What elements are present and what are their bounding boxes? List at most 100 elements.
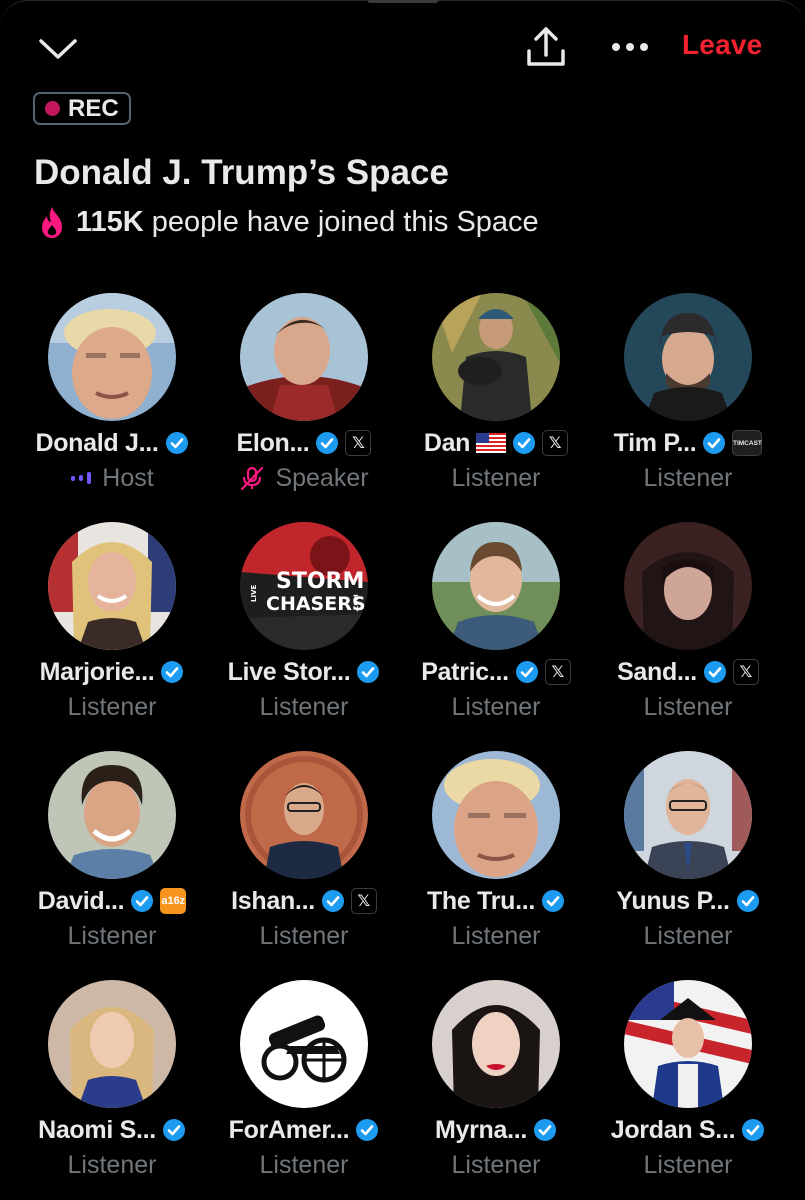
- participant-name-row: Ishan... 𝕏: [208, 884, 400, 918]
- participant-role-row: Listener: [400, 919, 592, 953]
- timcast-affiliate-badge-icon: TIMCAST: [732, 430, 763, 456]
- participant-role-row: Listener: [16, 1148, 208, 1182]
- participant-name-row: Live Stor...: [208, 655, 400, 689]
- x-affiliate-badge-icon: 𝕏: [345, 430, 372, 456]
- participant-role-row: Listener: [592, 461, 784, 495]
- recording-label: REC: [68, 94, 119, 122]
- participant-card[interactable]: STORM CHASERS LIVE .COM Live Stor... Lis…: [208, 522, 400, 737]
- participant-name: Sand...: [617, 657, 697, 686]
- participant-role: Listener: [259, 1150, 349, 1179]
- participant-card[interactable]: Yunus P... Listener: [592, 751, 784, 966]
- participant-card[interactable]: Elon... 𝕏 Speaker: [208, 293, 400, 508]
- participant-role: Speaker: [275, 463, 369, 492]
- participant-role-row: Listener: [16, 690, 208, 724]
- participant-name-row: Dan 𝕏: [400, 426, 592, 460]
- avatar: [624, 522, 752, 650]
- participant-name: Dan: [423, 428, 471, 457]
- participant-role-row: Host: [16, 461, 208, 495]
- participant-card[interactable]: Marjorie... Listener: [16, 522, 208, 737]
- avatar: [48, 522, 176, 650]
- participant-name-row: Elon... 𝕏: [208, 426, 400, 460]
- participant-role-row: Speaker: [208, 461, 400, 495]
- participant-name-row: Naomi S...: [16, 1113, 208, 1147]
- participant-role: Listener: [451, 463, 541, 492]
- participant-role: Listener: [451, 921, 541, 950]
- participant-name: Live Stor...: [227, 657, 351, 686]
- avatar: [432, 751, 560, 879]
- participant-name-row: Patric... 𝕏: [400, 655, 592, 689]
- avatar: [48, 293, 176, 421]
- participant-role: Listener: [643, 921, 733, 950]
- participant-role: Listener: [643, 692, 733, 721]
- avatar: [624, 293, 752, 421]
- participant-card[interactable]: Myrna... Listener: [400, 980, 592, 1195]
- recording-badge: REC: [33, 92, 131, 125]
- space-title: Donald J. Trump’s Space: [34, 153, 449, 192]
- more-options-button[interactable]: [606, 31, 654, 63]
- participant-name: Tim P...: [613, 428, 697, 457]
- participant-role-row: Listener: [208, 919, 400, 953]
- share-button[interactable]: [522, 23, 570, 71]
- verified-badge-icon: [165, 432, 188, 454]
- participant-card[interactable]: Jordan S... Listener: [592, 980, 784, 1195]
- verified-badge-icon: [131, 890, 154, 912]
- participant-card[interactable]: ForAmer... Listener: [208, 980, 400, 1195]
- participant-role: Listener: [259, 921, 349, 950]
- fire-icon: [42, 207, 62, 238]
- verified-badge-icon: [357, 661, 380, 683]
- share-icon: [527, 27, 565, 66]
- participant-card[interactable]: Ishan... 𝕏 Listener: [208, 751, 400, 966]
- participant-card[interactable]: Naomi S... Listener: [16, 980, 208, 1195]
- participant-role: Listener: [643, 463, 733, 492]
- avatar: [48, 980, 176, 1108]
- participant-name: Jordan S...: [610, 1115, 736, 1144]
- record-dot-icon: [45, 101, 60, 116]
- participant-card[interactable]: The Tru... Listener: [400, 751, 592, 966]
- participant-role-row: Listener: [592, 690, 784, 724]
- participant-card[interactable]: Sand... 𝕏 Listener: [592, 522, 784, 737]
- participant-name-row: Donald J...: [16, 426, 208, 460]
- participant-card[interactable]: Tim P... TIMCAST Listener: [592, 293, 784, 508]
- participant-role-row: Listener: [208, 1148, 400, 1182]
- participant-role-row: Listener: [16, 919, 208, 953]
- participant-role: Listener: [451, 1150, 541, 1179]
- space-sheet: Leave REC Donald J. Trump’s Space 115K p…: [0, 0, 805, 1200]
- x-affiliate-badge-icon: 𝕏: [544, 659, 571, 685]
- participant-card[interactable]: Dan 𝕏 Listener: [400, 293, 592, 508]
- verified-badge-icon: [703, 661, 726, 683]
- participant-card[interactable]: David... a16z Listener: [16, 751, 208, 966]
- x-affiliate-badge-icon: 𝕏: [542, 430, 569, 456]
- audio-wave-icon: [71, 472, 92, 484]
- participant-role-row: Listener: [592, 1148, 784, 1182]
- joined-text: people have joined this Space: [151, 205, 539, 238]
- avatar: [432, 980, 560, 1108]
- participant-role-row: Listener: [592, 919, 784, 953]
- avatar: [624, 751, 752, 879]
- x-affiliate-badge-icon: 𝕏: [732, 659, 759, 685]
- participant-name-row: Myrna...: [400, 1113, 592, 1147]
- more-icon: [612, 43, 648, 51]
- participant-name: David...: [37, 886, 125, 915]
- x-affiliate-badge-icon: 𝕏: [350, 888, 377, 914]
- participant-card[interactable]: Patric... 𝕏 Listener: [400, 522, 592, 737]
- verified-badge-icon: [316, 432, 339, 454]
- storm-chasers-logo-text: STORM: [276, 569, 364, 594]
- participant-name-row: The Tru...: [400, 884, 592, 918]
- collapse-button[interactable]: [36, 29, 80, 69]
- avatar: [240, 980, 368, 1108]
- participant-name-row: Sand... 𝕏: [592, 655, 784, 689]
- us-flag-icon: [476, 433, 507, 453]
- participant-name-row: David... a16z: [16, 884, 208, 918]
- leave-button[interactable]: Leave: [682, 29, 762, 61]
- participant-name: Marjorie...: [39, 657, 155, 686]
- participant-card[interactable]: Donald J... Host: [16, 293, 208, 508]
- participant-name-row: Jordan S...: [592, 1113, 784, 1147]
- a16z-affiliate-badge-icon: a16z: [160, 888, 187, 914]
- participant-name: Naomi S...: [38, 1115, 156, 1144]
- participant-role-row: Listener: [400, 461, 592, 495]
- verified-badge-icon: [542, 890, 565, 912]
- verified-badge-icon: [162, 1119, 185, 1141]
- participant-name: Elon...: [236, 428, 310, 457]
- participant-name: Yunus P...: [616, 886, 730, 915]
- storm-chasers-logo-text: LIVE: [250, 585, 258, 602]
